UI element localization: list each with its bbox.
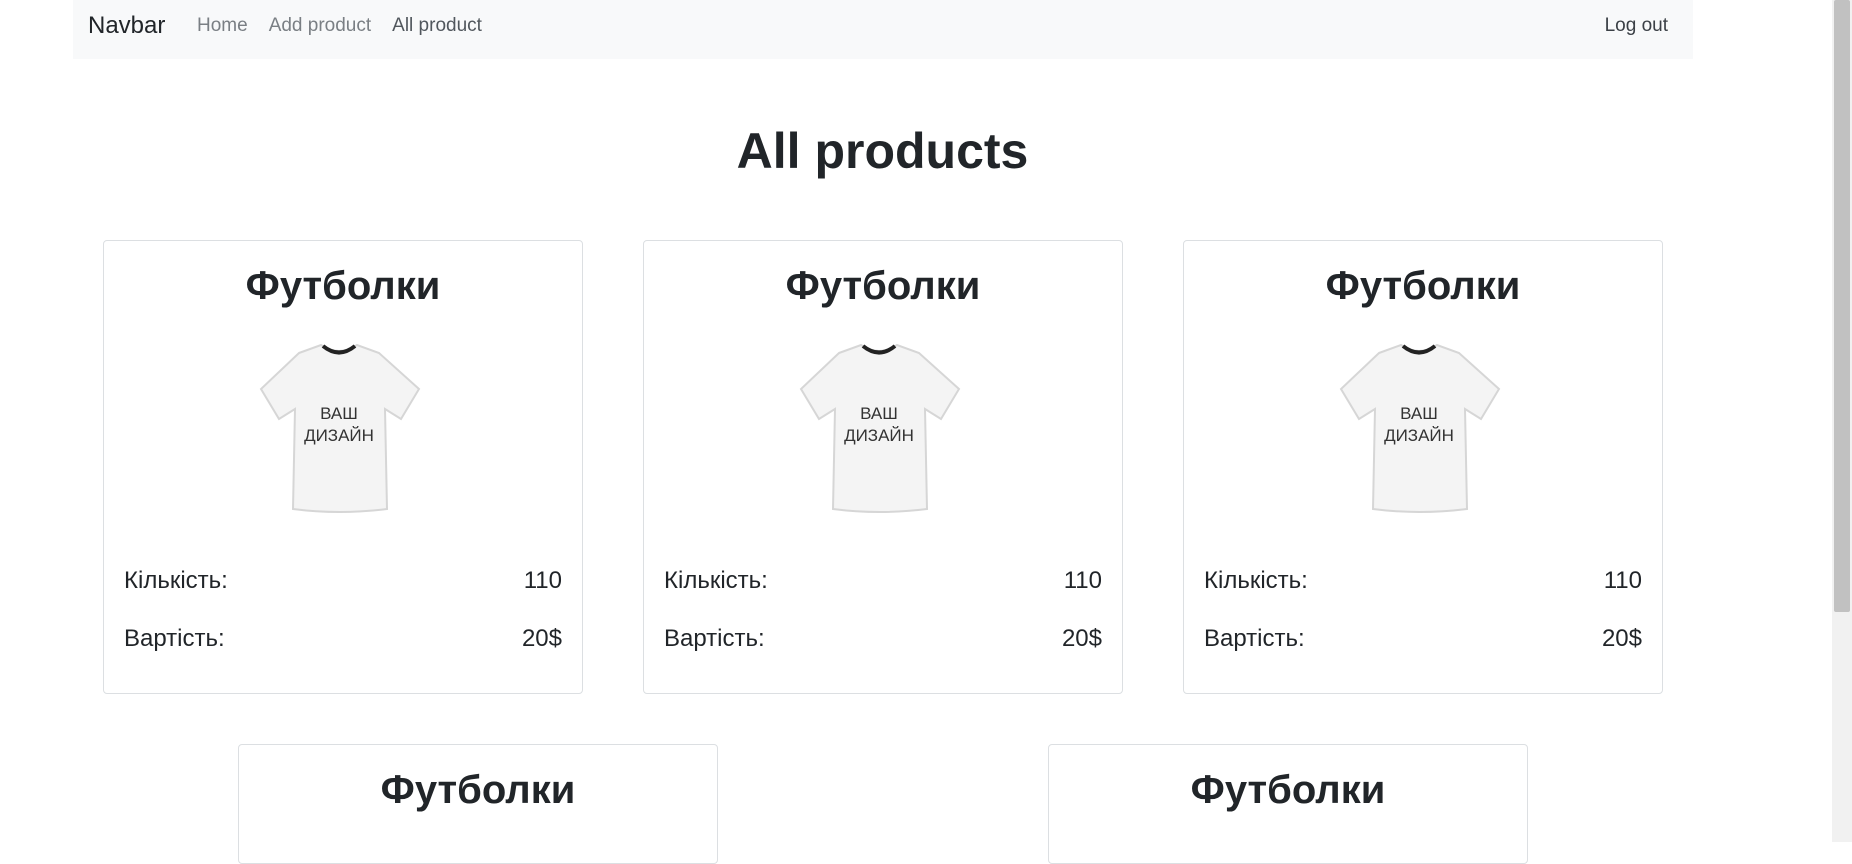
navbar: Navbar Home Add product All product Log … (73, 0, 1693, 59)
image-caption-line2: ДИЗАЙН (304, 426, 374, 445)
price-label: Вартість: (1204, 625, 1305, 652)
price-label: Вартість: (664, 625, 765, 652)
quantity-value: 110 (523, 567, 562, 594)
product-card: Футболки ВАШ ДИЗАЙН Кількість: 110 Варті… (103, 240, 583, 694)
quantity-label: Кількість: (1204, 567, 1308, 594)
nav-link-all-product[interactable]: All product (392, 14, 482, 38)
svg-text:ДИЗАЙН: ДИЗАЙН (1384, 426, 1454, 445)
product-name: Футболки (785, 264, 981, 308)
page-title: All products (736, 123, 1029, 179)
scrollbar-thumb[interactable] (1834, 0, 1850, 612)
quantity-row: Кількість: 110 (124, 566, 562, 596)
price-row: Вартість: 20$ (1204, 624, 1642, 654)
price-row: Вартість: 20$ (664, 624, 1102, 654)
image-caption-line1: ВАШ (320, 404, 358, 423)
svg-text:ВАШ: ВАШ (1400, 404, 1438, 423)
t-shirt-icon: ВАШ ДИЗАЙН (259, 343, 421, 513)
product-card: Футболки ВАШ ДИЗАЙН Кількість: 110 Варті… (643, 240, 1123, 694)
price-value: 20$ (1061, 625, 1102, 652)
quantity-row: Кількість: 110 (664, 566, 1102, 596)
t-shirt-icon: ВАШ ДИЗАЙН (1339, 343, 1501, 513)
quantity-label: Кількість: (664, 567, 768, 594)
product-card: Футболки (238, 744, 718, 864)
navbar-brand[interactable]: Navbar (88, 12, 165, 40)
price-value: 20$ (521, 625, 562, 652)
product-name: Футболки (1190, 768, 1386, 812)
svg-text:ДИЗАЙН: ДИЗАЙН (844, 426, 914, 445)
svg-text:ВАШ: ВАШ (860, 404, 898, 423)
logout-link[interactable]: Log out (1605, 14, 1668, 38)
quantity-value: 110 (1063, 567, 1102, 594)
t-shirt-icon: ВАШ ДИЗАЙН (799, 343, 961, 513)
price-label: Вартість: (124, 625, 225, 652)
price-value: 20$ (1601, 625, 1642, 652)
nav-link-home[interactable]: Home (197, 14, 248, 38)
page-scrollbar[interactable] (1832, 0, 1852, 842)
quantity-label: Кількість: (124, 567, 228, 594)
nav-link-add-product[interactable]: Add product (269, 14, 371, 38)
product-card: Футболки ВАШ ДИЗАЙН Кількість: 110 Варті… (1183, 240, 1663, 694)
product-card: Футболки (1048, 744, 1528, 864)
price-row: Вартість: 20$ (124, 624, 562, 654)
quantity-value: 110 (1603, 567, 1642, 594)
product-name: Футболки (245, 264, 441, 308)
quantity-row: Кількість: 110 (1204, 566, 1642, 596)
product-name: Футболки (380, 768, 576, 812)
product-name: Футболки (1325, 264, 1521, 308)
nav-links: Home Add product All product (197, 14, 482, 38)
